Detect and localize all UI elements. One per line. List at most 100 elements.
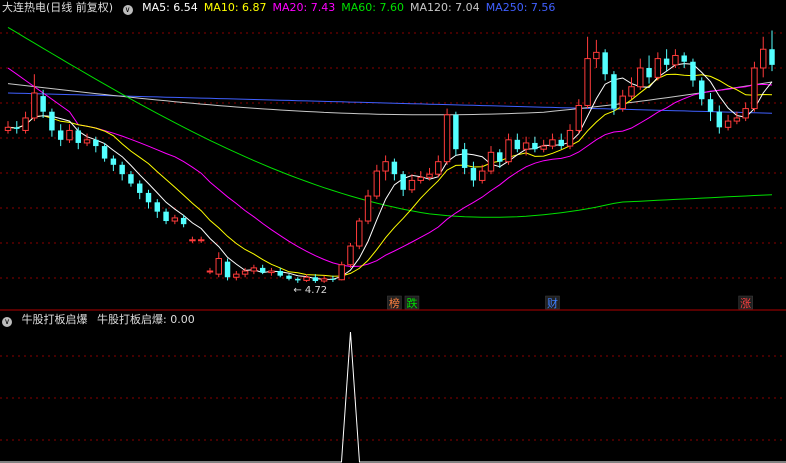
indicator-dropdown-icon[interactable]: ∨ xyxy=(2,317,12,327)
candle-body-down xyxy=(646,67,652,78)
candle-body-up xyxy=(171,217,179,222)
candle-body-down xyxy=(558,139,564,147)
candle-body-down xyxy=(663,58,670,65)
ma-legend-item: MA60: 7.60 xyxy=(341,1,404,14)
candle-body-up xyxy=(619,95,626,110)
candle-body-down xyxy=(137,183,143,193)
candle-body-down xyxy=(119,164,125,175)
ma-legend: MA5: 6.54 MA10: 6.87 MA20: 7.43 MA60: 7.60 M… xyxy=(142,1,561,14)
candle-body-up xyxy=(241,270,249,275)
candle-body-down xyxy=(295,278,301,281)
candle-body-up xyxy=(268,270,275,274)
candle-body-down xyxy=(681,55,687,62)
candle-body-down xyxy=(286,275,292,279)
candle-body-up xyxy=(487,151,495,172)
candle-body-down xyxy=(716,111,723,128)
candle-body-up xyxy=(382,161,389,172)
candle-body-up xyxy=(66,129,73,141)
candle-body-up xyxy=(549,139,556,147)
chart-title: 大连热电(日线 前复权) xyxy=(2,1,114,14)
candle-body-down xyxy=(312,277,319,282)
ma-legend-item: MA250: 7.56 xyxy=(485,1,556,14)
candle-body-up xyxy=(215,258,222,275)
grid-lines xyxy=(0,32,786,441)
candle-body-down xyxy=(532,142,538,150)
candle-body-down xyxy=(259,267,266,273)
candle-body-down xyxy=(224,261,231,278)
event-marker-label: 涨 xyxy=(740,297,751,310)
candle-body-down xyxy=(470,167,477,181)
candle-body-down xyxy=(769,49,775,65)
candle-body-up xyxy=(505,139,512,163)
candle-body-up xyxy=(22,117,29,131)
candle-body-down xyxy=(602,52,608,75)
candle-body-down xyxy=(690,61,696,81)
candle-body-up xyxy=(347,245,354,266)
candle-body-up xyxy=(672,54,679,66)
candle-body-up xyxy=(206,270,214,273)
candle-body-up xyxy=(31,92,38,119)
candle-body-down xyxy=(277,271,283,276)
event-marker-label: 跌 xyxy=(406,296,417,310)
candle-body-up xyxy=(189,239,196,242)
candle-body-up xyxy=(540,145,547,150)
candle-body-up xyxy=(373,170,381,197)
candle-body-up xyxy=(575,104,583,131)
candle-body-up xyxy=(478,170,486,181)
candle-body-up xyxy=(320,278,328,282)
candle-body-up xyxy=(197,239,205,242)
ma-legend-item: MA20: 7.43 xyxy=(272,1,336,14)
candle-body-down xyxy=(391,161,398,175)
candle-body-down xyxy=(14,127,20,129)
candle-body-down xyxy=(57,130,64,140)
candle-body-up xyxy=(566,129,574,147)
candle-body-down xyxy=(145,192,152,203)
candle-body-up xyxy=(435,161,442,175)
candle-body-up xyxy=(303,276,310,281)
ma-legend-item: MA5: 6.54 xyxy=(142,1,198,14)
candle-body-down xyxy=(400,174,406,190)
candle-body-down xyxy=(514,139,521,150)
candle-body-down xyxy=(611,74,617,109)
candle-body-up xyxy=(83,139,91,144)
candle-body-up xyxy=(742,108,749,119)
event-marker-label: 榜 xyxy=(389,296,400,310)
indicator-name: 牛股打板启爆 xyxy=(21,313,88,326)
candle-body-up xyxy=(443,114,451,163)
candle-body-up xyxy=(364,195,372,222)
candle-body-up xyxy=(338,264,345,281)
candle-body-up xyxy=(233,273,240,278)
candle-body-down xyxy=(110,158,117,165)
candle-body-up xyxy=(356,220,363,247)
candle-body-up xyxy=(751,67,758,110)
low-price-label: ← 4.72 xyxy=(293,285,327,296)
indicator-panel xyxy=(0,331,786,463)
candle-body-down xyxy=(330,278,336,280)
event-markers: ← 4.72 榜跌 财 涨 xyxy=(293,285,753,310)
candle-body-up xyxy=(654,58,662,78)
candle-body-up xyxy=(637,67,644,88)
candle-body-up xyxy=(522,142,530,150)
candle-body-up xyxy=(628,86,635,97)
candle-body-up xyxy=(584,58,591,106)
candle-body-down xyxy=(461,149,468,168)
ma-legend-item: MA10: 6.87 xyxy=(203,1,267,14)
candle-body-down xyxy=(93,139,99,147)
candle-body-down xyxy=(40,96,46,112)
candle-body-down xyxy=(49,111,55,131)
indicator-header: ∨ 牛股打板启爆 牛股打板启爆: 0.00 xyxy=(2,312,201,328)
indicator-line xyxy=(0,331,786,463)
candle-body-down xyxy=(180,217,187,225)
candle-body-down xyxy=(75,130,81,143)
candle-body-up xyxy=(250,267,258,272)
candle-body-up xyxy=(759,48,767,69)
stock-chart: ← 4.72 榜跌 财 涨 xyxy=(0,26,786,463)
candle-body-up xyxy=(408,179,416,191)
dropdown-circle-icon[interactable]: ∨ xyxy=(122,5,133,15)
candle-body-down xyxy=(101,146,108,159)
candle-body-up xyxy=(426,173,433,178)
indicator-value-label: 牛股打板启爆: 0.00 xyxy=(97,313,195,326)
candle-body-down xyxy=(163,211,169,222)
ma-legend-item: MA120: 7.04 xyxy=(409,1,480,14)
event-marker-label: 财 xyxy=(547,296,558,310)
